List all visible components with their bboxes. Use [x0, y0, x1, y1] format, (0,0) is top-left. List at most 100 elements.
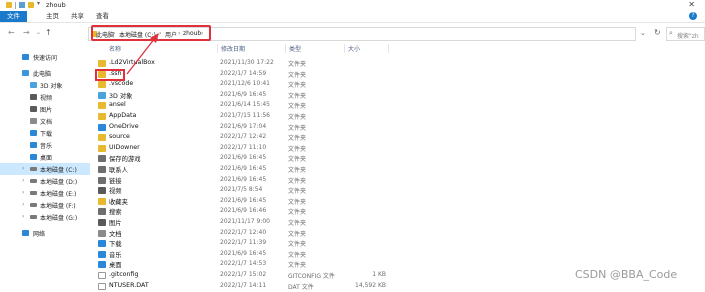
chevron-right-icon[interactable]: › [22, 201, 24, 208]
up-button[interactable]: ↑ [45, 28, 52, 37]
sidebar-item-label: 图片 [40, 107, 53, 114]
breadcrumb-zhoub[interactable]: zhoub [183, 30, 201, 37]
chevron-right-icon[interactable]: › [22, 177, 24, 184]
sidebar-item-desktop[interactable]: 桌面 [0, 151, 90, 163]
column-header-type[interactable]: 类型 [289, 44, 301, 53]
sidebar-item-quick-access[interactable]: 快速访问 [0, 51, 90, 63]
file-row[interactable]: 收藏夹 2021/6/9 16:45 文件夹 [95, 196, 395, 207]
properties-icon[interactable] [19, 2, 25, 8]
breadcrumb-users[interactable]: 用户 [165, 30, 177, 39]
sidebar-item-3d-objects[interactable]: 3D 对象 [0, 79, 90, 91]
sidebar-item-downloads[interactable]: 下载 [0, 127, 90, 139]
file-row[interactable]: AppData 2021/7/15 11:56 文件夹 [95, 111, 395, 122]
file-row[interactable]: 保存的游戏 2021/6/9 16:45 文件夹 [95, 153, 395, 164]
sidebar-item-label: 本地磁盘 (F:) [40, 203, 76, 210]
breadcrumb-this-pc[interactable]: 此电脑 [96, 30, 114, 39]
forward-button[interactable]: → [23, 28, 30, 37]
column-header-name[interactable]: 名称 [109, 44, 121, 53]
file-name: 下载 [109, 241, 122, 249]
quick-access-dropdown-icon[interactable]: ▾ [37, 0, 40, 7]
document-icon [30, 118, 37, 124]
column-divider[interactable] [388, 44, 389, 53]
sidebar-item-drive-e[interactable]: › 本地磁盘 (E:) [0, 187, 90, 199]
file-row[interactable]: source 2022/1/7 12:42 文件夹 [95, 132, 395, 143]
file-name: 桌面 [109, 262, 122, 270]
column-header-date[interactable]: 修改日期 [221, 44, 245, 53]
column-divider[interactable] [285, 44, 286, 53]
chevron-right-icon[interactable]: › [22, 165, 24, 172]
tab-share[interactable]: 共享 [71, 11, 84, 22]
chevron-right-icon[interactable]: › [22, 213, 24, 220]
sidebar-item-drive-c[interactable]: › 本地磁盘 (C:) [0, 163, 90, 175]
recent-locations-button[interactable]: ⌄ [36, 29, 41, 36]
file-type: 文件夹 [288, 241, 307, 249]
help-icon[interactable]: ? [689, 12, 697, 20]
video-icon [30, 94, 37, 100]
sidebar-item-label: 本地磁盘 (E:) [40, 191, 77, 198]
file-row[interactable]: OneDrive 2021/6/9 17:04 文件夹 [95, 122, 395, 133]
file-row[interactable]: UIDowner 2022/1/7 11:10 文件夹 [95, 143, 395, 154]
navigation-pane: 快速访问 此电脑 3D 对象 视频 图片 文档 下载 音乐 桌面 › 本地磁盘 … [0, 43, 90, 292]
file-type: 文件夹 [288, 145, 307, 153]
address-dropdown-icon[interactable]: ⌄ [640, 29, 646, 37]
file-date: 2021/6/9 16:45 [220, 154, 267, 162]
sidebar-item-music[interactable]: 音乐 [0, 139, 90, 151]
folder-icon [98, 187, 106, 195]
sidebar-item-drive-f[interactable]: › 本地磁盘 (F:) [0, 199, 90, 211]
file-row[interactable]: NTUSER.DAT 2022/1/7 14:11 DAT 文件 14,592 KB [95, 281, 395, 292]
file-row[interactable]: 视频 2021/7/5 8:54 文件夹 [95, 185, 395, 196]
search-box[interactable]: ⌕ 搜索"zh [666, 27, 705, 41]
file-name: NTUSER.DAT [109, 281, 149, 289]
file-row[interactable]: 音乐 2021/6/9 16:45 文件夹 [95, 249, 395, 260]
back-button[interactable]: ← [8, 28, 15, 37]
file-row[interactable]: .gitconfig 2022/1/7 15:02 GITCONFIG 文件 1 KB [95, 270, 395, 281]
folder-icon [98, 134, 106, 142]
file-row[interactable]: 桌面 2022/1/7 14:53 文件夹 [95, 259, 395, 270]
file-type: 文件夹 [288, 156, 307, 164]
new-folder-icon[interactable] [28, 2, 34, 8]
close-icon[interactable]: ✕ [688, 0, 695, 9]
file-row[interactable]: 联系人 2021/6/9 16:45 文件夹 [95, 164, 395, 175]
sidebar-item-this-pc[interactable]: 此电脑 [0, 67, 90, 79]
file-row[interactable]: 图片 2021/11/17 9:00 文件夹 [95, 217, 395, 228]
file-date: 2021/6/9 16:45 [220, 90, 267, 98]
refresh-icon[interactable]: ↻ [654, 28, 661, 37]
sidebar-item-videos[interactable]: 视频 [0, 91, 90, 103]
breadcrumb-separator[interactable]: › [178, 30, 180, 37]
file-type: 文件夹 [288, 262, 307, 270]
picture-icon [30, 106, 37, 112]
file-row[interactable]: .vscode 2021/12/6 10:41 文件夹 [95, 79, 395, 90]
sidebar-item-drive-g[interactable]: › 本地磁盘 (G:) [0, 211, 90, 223]
sidebar-item-drive-d[interactable]: › 本地磁盘 (D:) [0, 175, 90, 187]
drive-icon [30, 179, 37, 183]
sidebar-item-network[interactable]: 网络 [0, 227, 90, 239]
search-icon: ⌕ [669, 29, 673, 37]
file-row[interactable]: 下载 2022/1/7 11:39 文件夹 [95, 238, 395, 249]
tab-file[interactable]: 文件 [0, 11, 27, 22]
breadcrumb-separator[interactable]: › [113, 30, 115, 37]
file-name: 链接 [109, 177, 122, 185]
folder-icon [98, 197, 106, 205]
file-row[interactable]: 搜索 2021/6/9 16:46 文件夹 [95, 206, 395, 217]
file-date: 2021/7/15 11:56 [220, 112, 270, 119]
column-divider[interactable] [344, 44, 345, 53]
tab-home[interactable]: 主页 [46, 11, 59, 22]
chevron-right-icon[interactable]: › [22, 189, 24, 196]
sidebar-item-label: 下载 [40, 131, 53, 138]
file-type: 文件夹 [288, 167, 307, 174]
file-row[interactable]: 3D 对象 2021/6/9 16:45 文件夹 [95, 90, 395, 101]
sidebar-item-pictures[interactable]: 图片 [0, 103, 90, 115]
file-row[interactable]: 链接 2021/6/9 16:45 文件夹 [95, 175, 395, 186]
breadcrumb-separator[interactable]: › [201, 30, 203, 37]
column-header-size[interactable]: 大小 [348, 44, 360, 53]
folder-icon [98, 81, 106, 89]
folder-icon [98, 144, 106, 152]
tab-view[interactable]: 查看 [96, 11, 109, 22]
file-date: 2021/6/9 16:45 [220, 196, 267, 204]
file-row[interactable]: ansel 2021/6/14 15:45 文件夹 [95, 100, 395, 111]
ribbon-tabs: 文件 主页 共享 查看 ? [0, 11, 705, 23]
file-row[interactable]: 文档 2022/1/7 12:40 文件夹 [95, 228, 395, 239]
search-placeholder: 搜索"zh [677, 33, 699, 40]
sidebar-item-documents[interactable]: 文档 [0, 115, 90, 127]
column-divider[interactable] [217, 44, 218, 53]
